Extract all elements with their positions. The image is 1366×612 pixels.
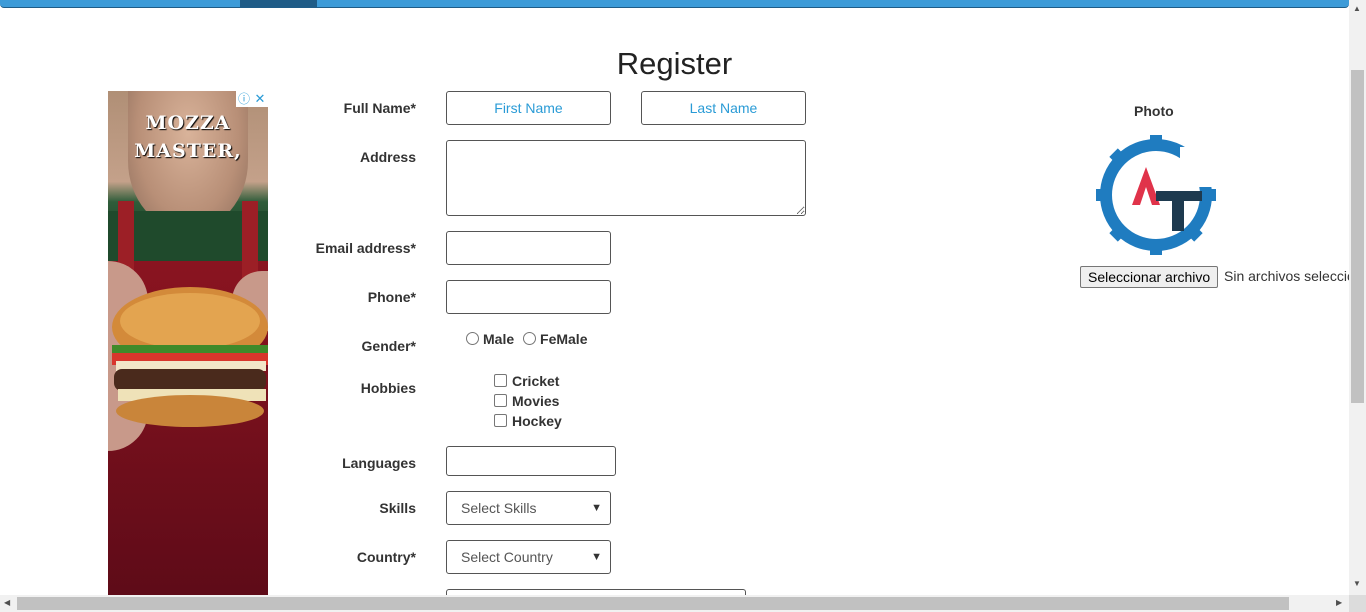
chevron-down-icon: ▼ [591, 551, 602, 563]
languages-multiselect[interactable] [446, 446, 616, 476]
vertical-scroll-thumb[interactable] [1351, 70, 1364, 403]
hobby-movies[interactable]: Movies [494, 393, 559, 409]
country-select-value: Select Country [461, 549, 553, 565]
gender-female-label: FeMale [540, 331, 588, 347]
gender-female-radio[interactable] [523, 332, 537, 345]
hobbies-label: Hobbies [360, 380, 416, 396]
phone-label: Phone* [367, 289, 416, 305]
burger-image [112, 287, 268, 427]
hobby-cricket-label: Cricket [512, 373, 560, 389]
skills-label: Skills [379, 500, 416, 516]
hobby-movies-label: Movies [512, 393, 560, 409]
photo-label: Photo [1134, 103, 1174, 119]
gender-male-label: Male [483, 331, 515, 347]
hobby-hockey[interactable]: Hockey [494, 413, 562, 429]
horizontal-scroll-thumb[interactable] [17, 597, 1289, 610]
ad-headline-line1: MOZZA [145, 112, 231, 134]
vertical-scrollbar[interactable]: ▲ ▼ [1349, 0, 1366, 595]
ad-headline: MOZZA MASTER, [108, 109, 268, 165]
skills-select[interactable]: Select Skills ▼ [446, 491, 611, 525]
address-label: Address [359, 149, 416, 165]
phone-input[interactable] [446, 280, 611, 314]
site-logo-image [1096, 135, 1216, 255]
country-select[interactable]: Select Country ▼ [446, 540, 611, 574]
advertisement-banner[interactable]: MOZZA MASTER, ⓘ ✕ [108, 91, 268, 595]
skills-select-value: Select Skills [461, 500, 537, 516]
horizontal-scrollbar[interactable]: ◀ ▶ [0, 595, 1349, 612]
close-icon[interactable]: ✕ [252, 91, 268, 107]
top-navbar[interactable] [0, 0, 1349, 8]
gender-label: Gender* [361, 338, 416, 354]
full-name-label: Full Name* [343, 100, 416, 116]
ad-headline-line2: MASTER, [134, 140, 242, 162]
last-name-input[interactable] [641, 91, 806, 125]
hobby-hockey-checkbox[interactable] [494, 414, 507, 427]
hobby-hockey-label: Hockey [512, 413, 562, 429]
file-status-text: Sin archivos seleccionados [1224, 268, 1349, 284]
email-input[interactable] [446, 231, 611, 265]
nav-active-tab[interactable] [240, 0, 317, 7]
choose-file-button[interactable]: Seleccionar archivo [1080, 266, 1219, 288]
hobby-cricket[interactable]: Cricket [494, 373, 559, 389]
gender-radio-group: Male FeMale [466, 331, 587, 347]
address-textarea[interactable] [446, 140, 806, 216]
scroll-down-icon[interactable]: ▼ [1353, 579, 1361, 588]
hobby-cricket-checkbox[interactable] [494, 374, 507, 387]
first-name-input[interactable] [446, 91, 611, 125]
page-title: Register [616, 46, 733, 81]
scroll-up-icon[interactable]: ▲ [1353, 4, 1361, 13]
email-label: Email address* [315, 240, 416, 256]
country-label: Country* [356, 549, 416, 565]
chevron-down-icon: ▼ [591, 502, 602, 514]
languages-label: Languages [342, 455, 416, 471]
info-icon[interactable]: ⓘ [236, 91, 252, 107]
gender-male-radio[interactable] [466, 332, 479, 345]
scroll-right-icon[interactable]: ▶ [1336, 598, 1342, 607]
hobby-movies-checkbox[interactable] [494, 394, 507, 407]
scrollbar-corner [1349, 595, 1366, 612]
scroll-left-icon[interactable]: ◀ [4, 598, 10, 607]
